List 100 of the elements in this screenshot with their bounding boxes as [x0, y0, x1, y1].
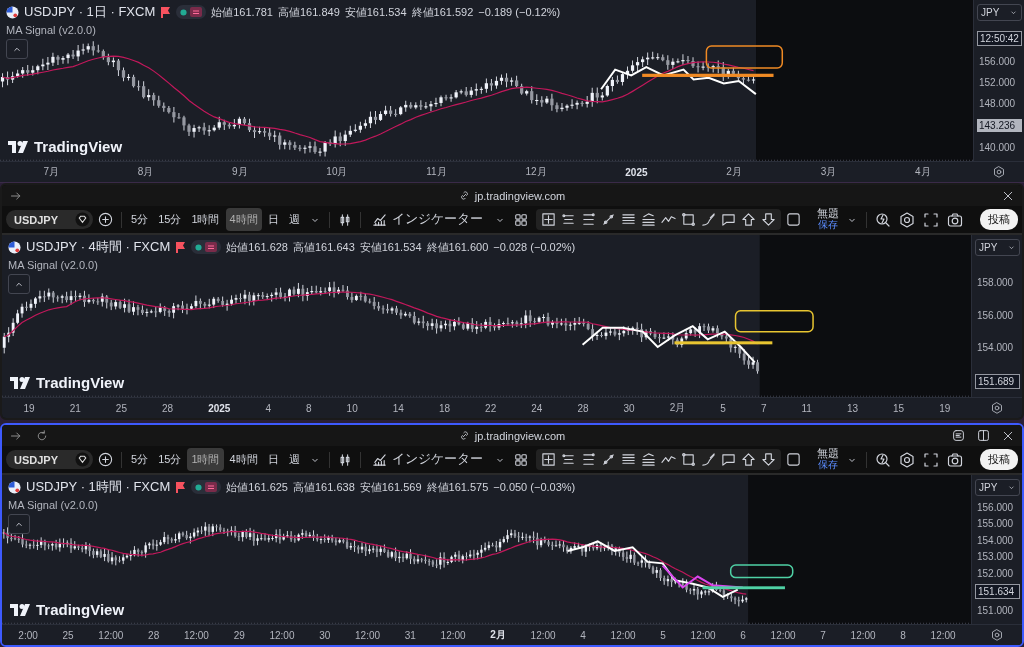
camera-icon — [946, 211, 963, 228]
interval-button[interactable]: 4時間 — [225, 208, 262, 231]
currency-flag-icon — [6, 5, 19, 19]
reload-icon[interactable] — [36, 429, 48, 442]
parallel-lines-icon[interactable] — [620, 212, 636, 227]
interval-button[interactable]: 1時間 — [187, 448, 224, 471]
time-label: 10 — [346, 402, 358, 414]
forward-arrow-icon[interactable] — [10, 429, 22, 442]
interval-button[interactable]: 1時間 — [187, 208, 224, 231]
price-tick: 152.000 — [978, 77, 1017, 88]
indicators-button[interactable]: インジケーター — [365, 450, 489, 469]
down-arrow-icon[interactable] — [760, 452, 776, 467]
price-tick: 158.000 — [976, 277, 1015, 289]
time-label: 8 — [900, 629, 906, 641]
price-change: −0.189 (−0.12%) — [478, 6, 561, 18]
square-icon[interactable] — [785, 212, 801, 227]
interval-button[interactable]: 5分 — [127, 208, 153, 231]
interval-button[interactable]: 5分 — [127, 448, 153, 471]
settings-icon[interactable] — [991, 629, 1003, 641]
interval-button[interactable]: 4時間 — [225, 448, 262, 471]
interval-button[interactable]: 週 — [284, 208, 304, 231]
split-view-icon[interactable] — [977, 429, 990, 442]
brush-icon[interactable] — [700, 212, 716, 227]
price-value: 安値161.569 — [359, 479, 422, 495]
rectangle-drawing[interactable] — [734, 310, 814, 333]
time-label: 9月 — [232, 165, 248, 179]
logo-text: TradingView — [34, 138, 123, 155]
symbol-title[interactable]: USDJPY · 1時間 · FXCM — [26, 478, 171, 496]
currency-dropdown[interactable]: JPY — [975, 479, 1020, 496]
interval-button[interactable]: 15分 — [154, 208, 186, 231]
url-text[interactable]: jp.tradingview.com — [474, 189, 566, 202]
currency-dropdown[interactable]: JPY — [977, 4, 1022, 21]
up-arrow-icon[interactable] — [740, 212, 756, 227]
time-label: 2月 — [490, 628, 506, 642]
publish-button[interactable]: 投稿 — [980, 449, 1018, 470]
price-change: −0.028 (−0.02%) — [493, 241, 576, 253]
layout-name-button[interactable]: 無題 保存 — [816, 448, 839, 471]
layout-name-button[interactable]: 無題 保存 — [816, 208, 839, 231]
indicator-label[interactable]: MA Signal (v2.0.0) — [8, 499, 98, 511]
diamond-icon[interactable] — [75, 212, 90, 227]
rectangle-icon[interactable] — [680, 452, 696, 467]
lines-icon — [205, 242, 218, 252]
time-label: 5 — [660, 629, 666, 641]
interval-button[interactable]: 週 — [284, 448, 304, 471]
square-icon[interactable] — [785, 452, 801, 467]
publish-button[interactable]: 投稿 — [980, 209, 1018, 230]
flag-icon[interactable] — [175, 241, 187, 253]
interval-button[interactable]: 日 — [263, 448, 283, 471]
rectangle-drawing[interactable] — [729, 564, 794, 579]
cross-frame-icon[interactable] — [540, 452, 556, 467]
speech-bubble-icon[interactable] — [720, 212, 736, 227]
indicator-label[interactable]: MA Signal (v2.0.0) — [8, 259, 98, 271]
time-label: 11 — [801, 402, 812, 414]
lines-icon — [190, 7, 203, 17]
down-arrow-icon[interactable] — [760, 212, 776, 227]
indicators-button[interactable]: インジケーター — [365, 210, 489, 229]
horizontal-line[interactable] — [702, 586, 785, 590]
close-icon[interactable] — [1002, 429, 1014, 442]
rectangle-drawing[interactable] — [705, 45, 784, 69]
settings-icon[interactable] — [993, 166, 1005, 178]
symbol-search[interactable]: USDJPY — [6, 210, 93, 229]
interval-button[interactable]: 日 — [263, 208, 283, 231]
symbol-title[interactable]: USDJPY · 1日 · FXCM — [24, 3, 156, 21]
time-label: 12:00 — [770, 629, 796, 641]
grid-layout-icon — [513, 212, 528, 227]
up-arrow-icon[interactable] — [740, 452, 756, 467]
price-tick: 156.000 — [976, 501, 1015, 513]
diamond-icon[interactable] — [75, 452, 90, 467]
list-panel-icon[interactable] — [952, 429, 965, 442]
time-label: 18 — [438, 402, 451, 414]
interval-button[interactable]: 15分 — [154, 448, 186, 471]
time-label: 15 — [893, 402, 905, 414]
price-value: 終値161.600 — [426, 239, 489, 255]
flag-icon[interactable] — [175, 481, 187, 493]
time-label: 19 — [939, 402, 951, 414]
forward-arrow-icon[interactable] — [10, 189, 22, 202]
time-label: 12:00 — [930, 629, 956, 641]
symbol-title[interactable]: USDJPY · 4時間 · FXCM — [26, 238, 171, 256]
parallel-lines-icon[interactable] — [620, 452, 636, 467]
trendline-icon[interactable] — [600, 452, 616, 467]
logo-icon — [10, 603, 32, 616]
flag-icon[interactable] — [160, 6, 172, 18]
cross-frame-icon[interactable] — [540, 212, 556, 227]
speech-bubble-icon[interactable] — [720, 452, 736, 467]
brush-icon[interactable] — [700, 452, 716, 467]
url-text[interactable]: jp.tradingview.com — [474, 429, 566, 442]
time-label: 12:00 — [269, 629, 295, 641]
time-label: 22 — [485, 402, 497, 414]
indicator-label[interactable]: MA Signal (v2.0.0) — [6, 24, 96, 36]
symbol-search[interactable]: USDJPY — [6, 450, 93, 469]
rectangle-icon[interactable] — [680, 212, 696, 227]
close-icon[interactable] — [1002, 189, 1014, 202]
settings-icon[interactable] — [991, 402, 1003, 414]
price-badge: 151.634 — [975, 584, 1020, 600]
time-label: 4 — [580, 629, 586, 641]
trendline-icon[interactable] — [600, 212, 616, 227]
chevron-down-icon — [1009, 8, 1018, 17]
price-tick: 156.000 — [978, 56, 1017, 67]
currency-dropdown[interactable]: JPY — [975, 239, 1020, 256]
candle-icon — [337, 452, 352, 467]
